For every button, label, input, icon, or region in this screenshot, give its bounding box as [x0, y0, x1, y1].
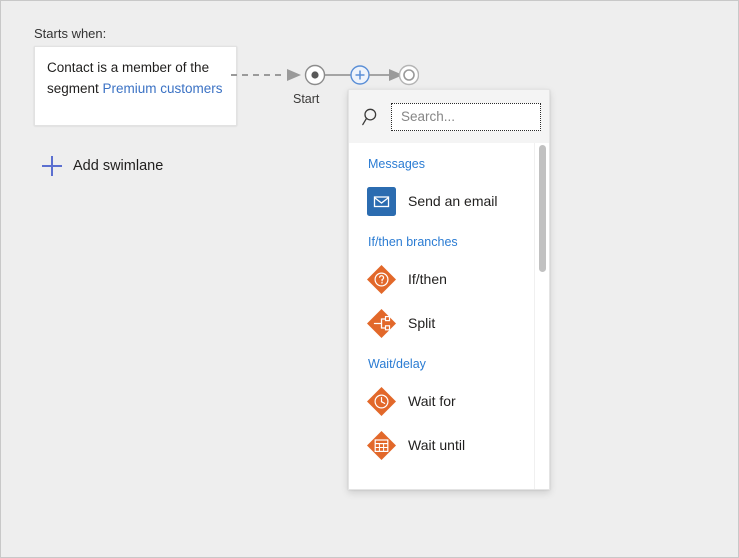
add-swimlane-label: Add swimlane	[73, 158, 163, 174]
menu-item-label: If/then	[408, 271, 447, 287]
step-list-area: Messages Send an email If/then branches	[349, 143, 550, 490]
section-header-ifthen-branches: If/then branches	[349, 233, 537, 251]
section-header-messages: Messages	[349, 155, 537, 173]
segment-link[interactable]: Premium customers	[103, 81, 223, 96]
menu-item-wait-until[interactable]: Wait until	[349, 423, 537, 467]
end-node[interactable]	[400, 66, 419, 85]
start-node[interactable]	[306, 66, 325, 85]
search-field-wrapper[interactable]	[391, 103, 541, 131]
connector-arrowhead	[287, 69, 301, 81]
vertical-scrollbar[interactable]	[534, 143, 549, 490]
add-step-flyout-panel: Messages Send an email If/then branches	[348, 89, 550, 490]
starts-when-label: Starts when:	[34, 26, 106, 41]
plus-icon	[42, 156, 62, 176]
menu-item-label: Wait until	[408, 437, 465, 453]
menu-item-wait-for[interactable]: Wait for	[349, 379, 537, 423]
menu-item-send-an-email[interactable]: Send an email	[349, 179, 537, 223]
menu-item-label: Wait for	[408, 393, 456, 409]
envelope-icon	[366, 186, 397, 217]
trigger-card[interactable]: Contact is a member of the segment Premi…	[34, 46, 237, 126]
start-node-caption: Start	[293, 92, 319, 106]
menu-item-split[interactable]: Split	[349, 301, 537, 345]
clock-icon	[366, 386, 397, 417]
split-branch-icon	[366, 308, 397, 339]
search-row	[349, 90, 550, 143]
search-icon	[361, 106, 383, 128]
scrollbar-thumb[interactable]	[539, 145, 546, 272]
menu-item-label: Send an email	[408, 193, 498, 209]
add-step-node[interactable]	[351, 66, 369, 84]
add-swimlane-button[interactable]: Add swimlane	[42, 156, 163, 176]
calendar-icon	[366, 430, 397, 461]
search-input[interactable]	[399, 108, 533, 125]
step-list: Messages Send an email If/then branches	[349, 143, 537, 467]
journey-designer-canvas: Starts when: Contact is a member of the …	[0, 0, 739, 558]
menu-item-label: Split	[408, 315, 435, 331]
question-circle-icon	[366, 264, 397, 295]
menu-item-if-then[interactable]: If/then	[349, 257, 537, 301]
trigger-card-text: Contact is a member of the segment Premi…	[47, 57, 229, 99]
section-header-wait-delay: Wait/delay	[349, 355, 537, 373]
